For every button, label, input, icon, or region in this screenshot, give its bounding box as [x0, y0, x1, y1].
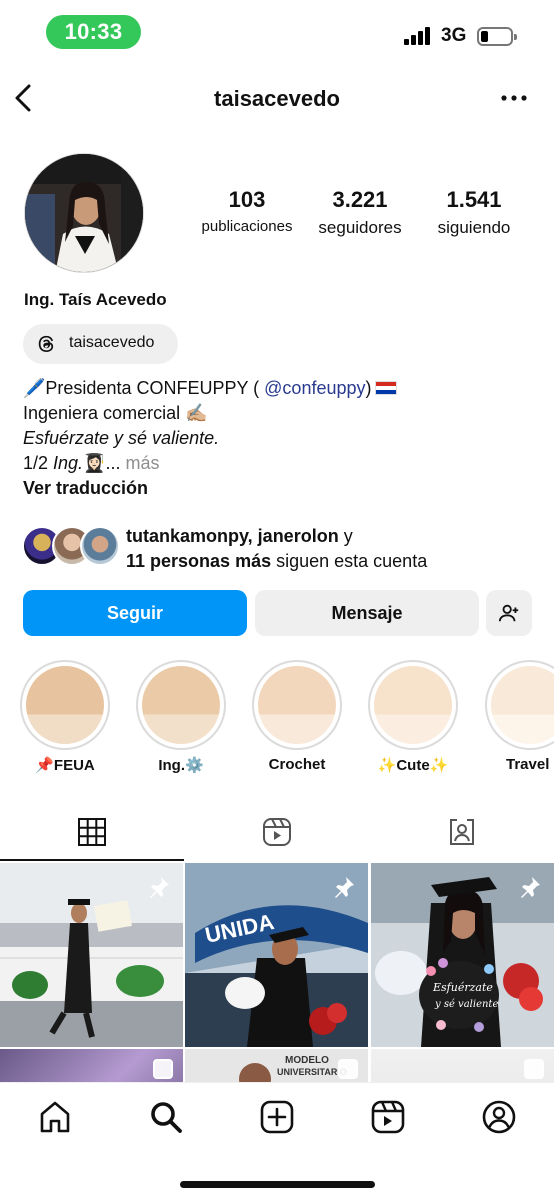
mutual-followers-connector: y	[338, 526, 353, 546]
highlight-label: Crochet	[268, 756, 326, 773]
highlight-label: ✨Cute✨	[377, 757, 449, 774]
tab-posts-grid[interactable]	[0, 807, 184, 861]
search-icon[interactable]	[148, 1099, 184, 1135]
message-button[interactable]: Mensaje	[255, 590, 479, 636]
battery-icon	[477, 27, 517, 46]
following-count-value: 1.541	[446, 187, 502, 212]
reels-icon	[263, 818, 291, 846]
mutual-followers-suffix: siguen esta cuenta	[271, 551, 428, 571]
posts-grid: UNIDA Esfuérzate y sé valiente MODELO UN…	[0, 862, 554, 1082]
tab-reels[interactable]	[185, 807, 369, 861]
mutual-followers[interactable]: tutankamonpy, janerolon y 11 personas má…	[22, 524, 542, 572]
pinned-icon	[521, 877, 540, 898]
signal-strength-icon	[404, 27, 434, 45]
network-type: 3G	[441, 25, 467, 46]
following-count[interactable]: 1.541 siguiendo	[426, 187, 522, 238]
story-highlights: 📌FEUA Ing.⚙️ Crochet ✨Cute✨ Travel	[0, 660, 554, 785]
post-thumbnail[interactable]	[371, 1049, 554, 1082]
home-icon[interactable]	[37, 1099, 73, 1135]
highlight-item[interactable]: Ing.⚙️	[135, 660, 227, 774]
highlight-item[interactable]: 📌FEUA	[19, 660, 111, 774]
mutual-followers-text: tutankamonpy, janerolon y 11 personas má…	[126, 524, 427, 574]
mutual-followers-count: 11 personas más	[126, 551, 272, 571]
highlight-item[interactable]: ✨Cute✨	[367, 660, 459, 774]
grid-icon	[78, 818, 106, 846]
posts-count-value: 103	[228, 187, 266, 212]
posts-count[interactable]: 103 publicaciones	[194, 187, 300, 235]
poster-line-2: UNIVERSITARIO	[277, 1067, 347, 1077]
follower-avatar	[80, 526, 120, 566]
status-bar: 10:33 3G	[0, 0, 554, 66]
profile-full-name: Ing. Taís Acevedo	[24, 290, 167, 309]
highlight-label: 📌FEUA	[35, 757, 95, 774]
followers-count-label: seguidores	[318, 218, 402, 237]
mutual-followers-names: tutankamonpy, janerolon	[126, 526, 339, 546]
followers-count-value: 3.221	[332, 187, 388, 212]
tagged-person-icon	[450, 819, 474, 845]
highlight-item[interactable]: Crochet	[251, 660, 343, 773]
poster-line-1: MODELO	[285, 1055, 329, 1066]
followers-count[interactable]: 3.221 seguidores	[308, 187, 412, 238]
profile-avatar[interactable]	[24, 153, 144, 273]
highlight-item[interactable]: Travel	[484, 660, 554, 773]
header-username: taisacevedo	[214, 86, 340, 111]
bio-line-4-italic: Ing.	[53, 453, 84, 473]
highlight-label: Ing.⚙️	[158, 757, 204, 774]
paraguay-flag-icon	[374, 381, 397, 395]
post-thumbnail[interactable]: Esfuérzate y sé valiente	[371, 863, 554, 1047]
bio-line-3: Esfuérzate y sé valiente.	[23, 428, 220, 448]
threads-link-button[interactable]: taisacevedo	[23, 324, 178, 364]
bio-line-4-emoji: 👩🏻‍🎓...	[83, 453, 121, 473]
profile-nav-icon[interactable]	[481, 1099, 517, 1135]
pinned-icon	[150, 877, 169, 898]
carousel-indicator-icon	[153, 1059, 173, 1079]
see-translation-link[interactable]: Ver traducción	[23, 476, 543, 501]
home-indicator[interactable]	[180, 1181, 375, 1188]
tab-tagged[interactable]	[370, 807, 554, 861]
post-thumbnail[interactable]: UNIDA	[185, 863, 368, 1047]
threads-handle: taisacevedo	[69, 334, 155, 351]
follow-button[interactable]: Seguir	[23, 590, 247, 636]
reels-nav-icon[interactable]	[370, 1099, 406, 1135]
bio-role: 🖊️Presidenta CONFEUPPY (	[23, 378, 265, 398]
carousel-indicator-icon	[524, 1059, 544, 1079]
clock-time[interactable]: 10:33	[46, 15, 141, 49]
threads-icon	[38, 335, 54, 352]
profile-tabs	[0, 807, 554, 861]
bio-mention-link[interactable]: @confeuppy	[264, 378, 365, 398]
following-count-label: siguiendo	[437, 218, 511, 237]
post-thumbnail[interactable]	[0, 1049, 183, 1082]
bio-line-1: 🖊️Presidenta CONFEUPPY ( @confeuppy)	[23, 376, 543, 401]
highlight-label: Travel	[506, 756, 550, 773]
avatar-photo	[25, 154, 143, 272]
bio-line-2: Ingeniera comercial ✍🏼	[23, 403, 208, 423]
posts-count-label: publicaciones	[201, 218, 293, 235]
bio-line-4: 1/2 Ing.👩🏻‍🎓... más	[23, 451, 543, 476]
bio-line-4-prefix: 1/2	[23, 453, 54, 473]
post-thumbnail[interactable]: MODELO UNIVERSITARIO	[185, 1049, 368, 1082]
pinned-icon	[335, 877, 354, 898]
profile-bio: 🖊️Presidenta CONFEUPPY ( @confeuppy) Ing…	[23, 376, 543, 501]
cap-text-line-2: y sé valiente	[434, 999, 498, 1010]
bottom-navigation-bar	[0, 1082, 554, 1200]
post-thumbnail[interactable]	[0, 863, 183, 1047]
cap-text-line-1: Esfuérzate	[432, 981, 493, 994]
bio-mention-close: )	[365, 378, 372, 398]
suggest-accounts-button[interactable]	[486, 590, 532, 636]
add-person-icon	[498, 604, 519, 622]
profile-header: taisacevedo	[0, 72, 554, 124]
profile-stats: 103 publicaciones 3.221 seguidores 1.541…	[190, 187, 530, 243]
bio-more-link[interactable]: más	[120, 453, 159, 473]
more-options-icon[interactable]	[500, 86, 528, 110]
carousel-indicator-icon	[338, 1059, 358, 1079]
create-post-icon[interactable]	[259, 1099, 295, 1135]
